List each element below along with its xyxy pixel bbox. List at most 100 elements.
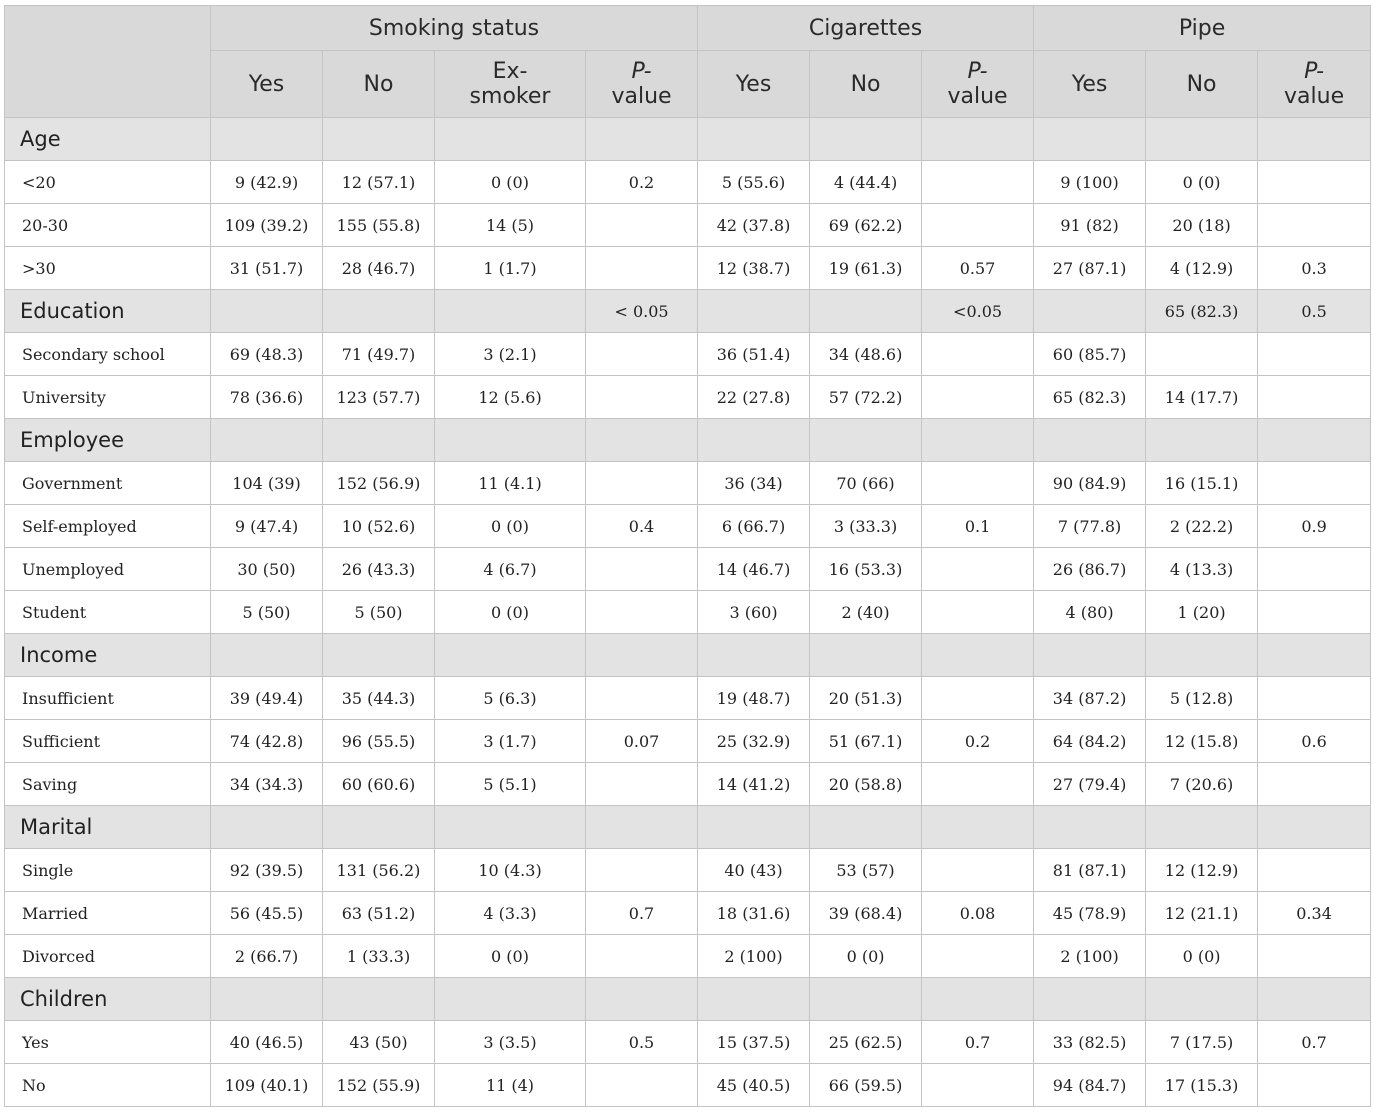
table-cell — [584, 375, 699, 419]
table-cell: 12 (57.1) — [322, 160, 435, 204]
table-cell: 11 (4.1) — [434, 461, 586, 505]
table-cell — [584, 590, 699, 634]
table-row: Married 56 (45.5) 63 (51.2) 4 (3.3) 0.7 18 (3… — [4, 891, 1372, 935]
table-cell: 20 (18) — [1145, 203, 1259, 247]
table-cell: 1 (1.7) — [434, 246, 586, 290]
table-header: Smoking status Cigarettes Pipe Yes No Ex… — [4, 5, 1372, 118]
table-cell: 7 (77.8) — [1033, 504, 1147, 548]
col-header-smoking-no: No — [322, 50, 435, 118]
table-cell: 4 (13.3) — [1145, 547, 1259, 591]
section-cell — [322, 805, 435, 849]
table-cell: 12 (21.1) — [1145, 891, 1259, 935]
table-cell — [584, 203, 699, 247]
p-label: P- — [631, 59, 652, 84]
table-cell: 3 (1.7) — [434, 719, 586, 763]
table-cell — [1257, 1063, 1372, 1107]
section-cell — [322, 117, 435, 161]
table-cell — [584, 1063, 699, 1107]
table-cell: 12 (38.7) — [697, 246, 811, 290]
table-cell — [584, 547, 699, 591]
table-cell: 45 (40.5) — [697, 1063, 811, 1107]
table-cell — [1257, 590, 1372, 634]
col-header-cigarettes-yes: Yes — [697, 50, 811, 118]
section-cell — [210, 418, 323, 462]
table-cell: 0.7 — [921, 1020, 1035, 1064]
table-cell — [1145, 332, 1259, 376]
table-cell: 14 (17.7) — [1145, 375, 1259, 419]
header-corner — [4, 5, 211, 118]
table-cell — [921, 375, 1035, 419]
table-cell: 19 (48.7) — [697, 676, 811, 720]
table-cell: 26 (86.7) — [1033, 547, 1147, 591]
section-cell — [1257, 977, 1372, 1021]
table-row: Self-employed 9 (47.4) 10 (52.6) 0 (0) 0.4 6 … — [4, 504, 1372, 548]
table-cell — [1257, 547, 1372, 591]
table-cell: 5 (50) — [322, 590, 435, 634]
section-cell — [584, 117, 699, 161]
section-cell — [434, 977, 586, 1021]
section-row: Age — [4, 117, 1372, 161]
section-cell — [1145, 117, 1259, 161]
table-cell: 14 (41.2) — [697, 762, 811, 806]
row-label: Government — [4, 461, 211, 505]
table-cell: 74 (42.8) — [210, 719, 323, 763]
table-cell — [921, 461, 1035, 505]
col-header-cigarettes-no: No — [809, 50, 923, 118]
section-cell — [434, 805, 586, 849]
section-cell — [809, 805, 923, 849]
table-cell — [921, 547, 1035, 591]
table-cell: 0 (0) — [1145, 934, 1259, 978]
table-row: 20-30 109 (39.2) 155 (55.8) 14 (5) 42 (37.8)… — [4, 203, 1372, 247]
table-cell: 131 (56.2) — [322, 848, 435, 892]
table-cell: 12 (12.9) — [1145, 848, 1259, 892]
table-row: Secondary school 69 (48.3) 71 (49.7) 3 (2.1… — [4, 332, 1372, 376]
table-cell: 2 (66.7) — [210, 934, 323, 978]
table-cell: 5 (6.3) — [434, 676, 586, 720]
table-cell: 0.6 — [1257, 719, 1372, 763]
table-cell: 65 (82.3) — [1033, 375, 1147, 419]
table-cell: 2 (22.2) — [1145, 504, 1259, 548]
table-cell: 4 (3.3) — [434, 891, 586, 935]
ex-smoker-line1: Ex- — [492, 59, 528, 84]
table-cell: 4 (44.4) — [809, 160, 923, 204]
table-cell: 25 (32.9) — [697, 719, 811, 763]
table-cell: 66 (59.5) — [809, 1063, 923, 1107]
table-cell — [584, 848, 699, 892]
col-header-pipe-yes: Yes — [1033, 50, 1147, 118]
col-header-ex-smoker: Ex-smoker — [434, 50, 586, 118]
section-row: Education < 0.05 <0.05 65 (82.3) 0.5 — [4, 289, 1372, 333]
table-cell: 96 (55.5) — [322, 719, 435, 763]
section-cell — [1257, 418, 1372, 462]
row-label: >30 — [4, 246, 211, 290]
section-label: Age — [4, 117, 211, 161]
section-cell — [809, 977, 923, 1021]
table-cell: 16 (15.1) — [1145, 461, 1259, 505]
section-cell — [697, 117, 811, 161]
section-cell — [322, 633, 435, 677]
table-cell: 69 (62.2) — [809, 203, 923, 247]
table-cell: 0.07 — [584, 719, 699, 763]
row-label: No — [4, 1063, 211, 1107]
table-row: Divorced 2 (66.7) 1 (33.3) 0 (0) 2 (100) 0 (0… — [4, 934, 1372, 978]
table-cell: 0.2 — [584, 160, 699, 204]
table-cell: 60 (60.6) — [322, 762, 435, 806]
row-label: University — [4, 375, 211, 419]
table-cell: 14 (46.7) — [697, 547, 811, 591]
table-cell: 0.4 — [584, 504, 699, 548]
table-cell: 34 (87.2) — [1033, 676, 1147, 720]
table-cell: 2 (40) — [809, 590, 923, 634]
table-cell: 56 (45.5) — [210, 891, 323, 935]
section-cell — [809, 418, 923, 462]
row-label: Unemployed — [4, 547, 211, 591]
section-row: Marital — [4, 805, 1372, 849]
row-label: 20-30 — [4, 203, 211, 247]
table-cell: 0.08 — [921, 891, 1035, 935]
table-cell: 40 (46.5) — [210, 1020, 323, 1064]
table-cell: 5 (50) — [210, 590, 323, 634]
table-cell — [921, 848, 1035, 892]
section-cell — [210, 977, 323, 1021]
table-cell: 16 (53.3) — [809, 547, 923, 591]
table-cell: 9 (47.4) — [210, 504, 323, 548]
section-cell — [1145, 418, 1259, 462]
table-cell: 40 (43) — [697, 848, 811, 892]
